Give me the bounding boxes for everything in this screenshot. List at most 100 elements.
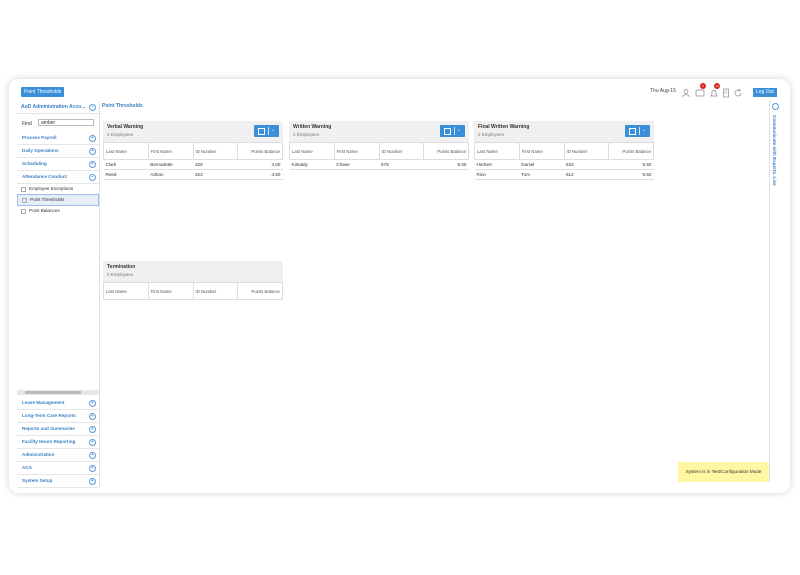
table-row[interactable]: Clark Bernadette 329 4.00: [103, 159, 283, 170]
sidebar-section-system-setup[interactable]: System Setup +: [17, 475, 99, 488]
table-cell: 9.50: [608, 159, 654, 170]
card-actions-button[interactable]: ⌄: [625, 125, 650, 137]
live-expert-label: Communicate with Experts, Live: [772, 115, 777, 186]
document-icon: [444, 128, 451, 135]
log-out-button[interactable]: Log Out: [753, 88, 777, 97]
sidebar-section-reports[interactable]: Reports and Summaries +: [17, 423, 99, 436]
plus-icon[interactable]: +: [89, 439, 96, 446]
column-header[interactable]: ID Number: [192, 282, 239, 300]
user-icon[interactable]: [681, 85, 691, 98]
table-cell: Daniel: [519, 159, 564, 170]
sidebar-item-point-thresholds[interactable]: Point Thresholds: [17, 194, 99, 206]
messages-icon[interactable]: 2: [695, 83, 706, 97]
card-title: Verbal Warning: [107, 124, 144, 130]
table-row[interactable]: Reed Adrian 323 4.50: [103, 169, 283, 180]
column-header[interactable]: Last Name: [103, 282, 149, 300]
column-header[interactable]: Last Name: [103, 142, 149, 160]
sidebar-bottom-sections: Leave Management + Long-Term Care Reports…: [17, 397, 99, 488]
table-row[interactable]: Herbert Daniel 533 9.50: [474, 159, 654, 170]
threshold-card: Termination 0 Employees Last Name First Nam…: [103, 261, 283, 300]
table-cell: Clark: [103, 159, 149, 170]
column-header[interactable]: Last Name: [474, 142, 520, 160]
card-header: Termination 0 Employees: [103, 261, 283, 282]
sidebar-section-administration[interactable]: Administration +: [17, 449, 99, 462]
column-header[interactable]: First Name: [147, 142, 194, 160]
plus-icon[interactable]: +: [89, 135, 96, 142]
plus-icon[interactable]: +: [89, 413, 96, 420]
sidebar-section-leave-management[interactable]: Leave Management +: [17, 397, 99, 410]
minus-icon[interactable]: −: [89, 174, 96, 181]
sidebar-section-process-payroll[interactable]: Process Payroll +: [17, 132, 99, 145]
column-header[interactable]: Points Balance: [608, 142, 654, 160]
column-header[interactable]: Last Name: [289, 142, 335, 160]
find-row: Find amber: [17, 114, 99, 132]
column-header[interactable]: First Name: [518, 142, 565, 160]
sidebar-section-aca[interactable]: ACA +: [17, 462, 99, 475]
expand-icon[interactable]: [772, 103, 779, 110]
sidebar-section-daily-operations[interactable]: Daily Operations +: [17, 145, 99, 158]
column-header[interactable]: ID Number: [378, 142, 425, 160]
point-thresholds-tab[interactable]: Point Thresholds: [21, 87, 65, 97]
column-header[interactable]: First Name: [147, 282, 194, 300]
column-header[interactable]: Points Balance: [237, 282, 283, 300]
chevron-down-icon: ⌄: [456, 127, 461, 133]
column-header[interactable]: ID Number: [192, 142, 239, 160]
card-title: Written Warning: [293, 124, 332, 130]
table-cell: Herbert: [474, 159, 520, 170]
column-header[interactable]: Points Balance: [237, 142, 283, 160]
scrollbar-thumb[interactable]: [25, 391, 81, 394]
current-date: Thu Aug-15: [650, 88, 676, 94]
chevron-down-icon: ⌄: [641, 127, 646, 133]
find-input[interactable]: amber: [38, 119, 94, 126]
plus-icon[interactable]: +: [89, 148, 96, 155]
plus-icon[interactable]: +: [89, 161, 96, 168]
column-header[interactable]: ID Number: [563, 142, 610, 160]
column-header[interactable]: First Name: [333, 142, 380, 160]
table-cell: Chase: [334, 159, 379, 170]
card-actions-button[interactable]: ⌄: [440, 125, 465, 137]
table-cell: 323: [193, 169, 238, 180]
threshold-card: Written Warning 1 Employees ⌄ Last Name Firs…: [289, 121, 469, 170]
find-label: Find: [22, 121, 32, 127]
employee-table: Last Name First Name ID Number Points Balan…: [103, 142, 283, 180]
table-cell: 578: [379, 159, 424, 170]
reports-icon[interactable]: [721, 85, 731, 98]
plus-icon[interactable]: +: [89, 478, 96, 485]
sidebar-item-employee-exceptions[interactable]: Employee Exceptions: [17, 184, 99, 194]
account-header[interactable]: AoD Administration Acco... −: [17, 101, 99, 114]
sidebar-item-point-balances[interactable]: Point Balances: [17, 206, 99, 216]
refresh-icon[interactable]: [733, 85, 743, 97]
expand-icon[interactable]: −: [89, 104, 96, 111]
card-actions-button[interactable]: ⌄: [254, 125, 279, 137]
plus-icon[interactable]: +: [89, 452, 96, 459]
table-cell: 612: [564, 169, 609, 180]
table-cell: 4.50: [237, 169, 283, 180]
plus-icon[interactable]: +: [89, 465, 96, 472]
card-header: Verbal Warning 2 Employees ⌄: [103, 121, 283, 142]
main-content: Point Thresholds Verbal Warning 2 Employe…: [100, 101, 767, 487]
live-expert-panel[interactable]: Communicate with Experts, Live: [769, 101, 782, 481]
card-subtitle: 2 Employees: [478, 132, 505, 137]
sidebar-scrollbar[interactable]: [17, 390, 99, 395]
sidebar-section-facility-hours[interactable]: Facility Hours Reporting +: [17, 436, 99, 449]
table-cell: 533: [564, 159, 609, 170]
employee-table: Last Name First Name ID Number Points Balan…: [474, 142, 654, 180]
messages-badge: 2: [700, 83, 706, 89]
card-header: Written Warning 1 Employees ⌄: [289, 121, 469, 142]
table-cell: Tom: [519, 169, 564, 180]
plus-icon[interactable]: +: [89, 400, 96, 407]
table-cell: Rion: [474, 169, 520, 180]
table-row[interactable]: Rion Tom 612 9.50: [474, 169, 654, 180]
column-header[interactable]: Points Balance: [423, 142, 469, 160]
card-header: Final Written Warning 2 Employees ⌄: [474, 121, 654, 142]
plus-icon[interactable]: +: [89, 426, 96, 433]
employee-table: Last Name First Name ID Number Points Balan…: [103, 282, 283, 300]
table-row[interactable]: Kirkaldy Chase 578 6.00: [289, 159, 469, 170]
app-window: Point Thresholds Thu Aug-15 2 14 Log Out…: [9, 79, 790, 493]
sidebar-section-scheduling[interactable]: Scheduling +: [17, 158, 99, 171]
notifications-icon[interactable]: 14: [709, 83, 720, 97]
document-icon: [258, 128, 265, 135]
card-subtitle: 2 Employees: [107, 132, 134, 137]
sidebar-section-attendance-conduct[interactable]: Attendance Conduct −: [17, 171, 99, 184]
sidebar-section-long-term-care[interactable]: Long-Term Care Reports +: [17, 410, 99, 423]
